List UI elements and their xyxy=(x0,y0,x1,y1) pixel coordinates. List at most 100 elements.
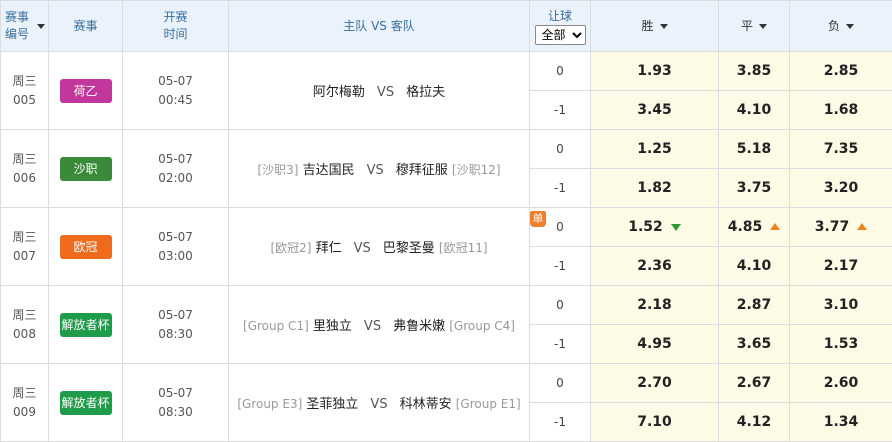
away-team[interactable]: 弗鲁米嫩 xyxy=(393,319,445,334)
sort-down-icon xyxy=(660,24,668,29)
match-weekday: 周三 xyxy=(1,150,48,169)
header-handicap-label: 让球 xyxy=(530,8,590,25)
odds-win[interactable]: 7.10 xyxy=(591,403,719,442)
odds-draw-value: 5.18 xyxy=(737,141,772,157)
home-team[interactable]: 里独立 xyxy=(313,319,352,334)
kickoff-time: 05-0703:00 xyxy=(123,208,229,286)
odds-draw-value: 2.67 xyxy=(737,375,772,391)
odds-win[interactable]: 1.93 xyxy=(591,52,719,91)
handicap-num: 0 xyxy=(556,220,564,234)
kickoff-date: 05-07 xyxy=(123,72,228,91)
odds-lose[interactable]: 3.77 xyxy=(790,208,892,247)
league-badge[interactable]: 解放者杯 xyxy=(60,391,112,415)
odds-lose[interactable]: 1.34 xyxy=(790,403,892,442)
odds-draw[interactable]: 4.12 xyxy=(719,403,790,442)
handicap-num: 0 xyxy=(556,64,564,78)
odds-win[interactable]: 1.52 xyxy=(591,208,719,247)
teams-cell: [欧冠2] 拜仁VS巴黎圣曼 [欧冠11] xyxy=(229,208,530,286)
odds-draw-value: 3.75 xyxy=(737,180,772,196)
odds-draw[interactable]: 2.67 xyxy=(719,364,790,403)
handicap-num: 0 xyxy=(556,298,564,312)
table-row: 周三008解放者杯05-0708:30[Group C1] 里独立VS弗鲁米嫩 … xyxy=(1,286,892,325)
arrow-down-icon xyxy=(671,224,681,231)
header-draw[interactable]: 平 xyxy=(719,1,790,52)
odds-lose[interactable]: 2.17 xyxy=(790,247,892,286)
odds-draw[interactable]: 2.87 xyxy=(719,286,790,325)
table-row: 周三005荷乙05-0700:45 阿尔梅勒VS格拉夫 01.933.852.8… xyxy=(1,52,892,91)
home-team[interactable]: 拜仁 xyxy=(316,241,342,256)
home-rank: [Group C1] xyxy=(243,319,309,333)
league-cell: 解放者杯 xyxy=(49,364,123,442)
odds-lose[interactable]: 1.53 xyxy=(790,325,892,364)
away-team[interactable]: 科林蒂安 xyxy=(400,397,452,412)
odds-lose[interactable]: 7.35 xyxy=(790,130,892,169)
match-number: 周三007 xyxy=(1,208,49,286)
odds-draw-value: 2.87 xyxy=(737,297,772,313)
odds-draw[interactable]: 4.10 xyxy=(719,91,790,130)
match-num: 005 xyxy=(1,91,48,110)
odds-win[interactable]: 2.70 xyxy=(591,364,719,403)
away-rank: [沙职12] xyxy=(452,163,501,177)
match-number: 周三005 xyxy=(1,52,49,130)
handicap-num: -1 xyxy=(554,103,566,117)
odds-draw[interactable]: 3.75 xyxy=(719,169,790,208)
odds-win[interactable]: 4.95 xyxy=(591,325,719,364)
handicap-num: 0 xyxy=(556,142,564,156)
header-handicap: 让球 全部 xyxy=(530,1,591,52)
header-teams: 主队 VS 客队 xyxy=(229,1,530,52)
table-row: 周三006沙职05-0702:00[沙职3] 吉达国民VS穆拜征服 [沙职12]… xyxy=(1,130,892,169)
handicap-value: -1 xyxy=(530,91,591,130)
league-cell: 荷乙 xyxy=(49,52,123,130)
odds-lose-value: 2.17 xyxy=(824,258,859,274)
away-team[interactable]: 穆拜征服 xyxy=(396,163,448,178)
match-number: 周三008 xyxy=(1,286,49,364)
odds-lose-value: 1.34 xyxy=(824,414,859,430)
league-badge[interactable]: 解放者杯 xyxy=(60,313,112,337)
odds-lose[interactable]: 2.60 xyxy=(790,364,892,403)
odds-draw[interactable]: 5.18 xyxy=(719,130,790,169)
odds-win-value: 3.45 xyxy=(637,102,672,118)
handicap-value: 0 xyxy=(530,286,591,325)
odds-lose-value: 7.35 xyxy=(824,141,859,157)
league-badge[interactable]: 欧冠 xyxy=(60,235,112,259)
odds-win[interactable]: 2.36 xyxy=(591,247,719,286)
home-team[interactable]: 吉达国民 xyxy=(303,163,355,178)
odds-win[interactable]: 1.82 xyxy=(591,169,719,208)
odds-win[interactable]: 1.25 xyxy=(591,130,719,169)
match-weekday: 周三 xyxy=(1,306,48,325)
odds-draw[interactable]: 4.10 xyxy=(719,247,790,286)
odds-draw[interactable]: 3.65 xyxy=(719,325,790,364)
handicap-value: -1 xyxy=(530,247,591,286)
away-team[interactable]: 巴黎圣曼 xyxy=(383,241,435,256)
sort-down-icon xyxy=(37,24,45,29)
header-match-no[interactable]: 赛事编号 xyxy=(1,1,49,52)
away-team[interactable]: 格拉夫 xyxy=(406,85,445,100)
odds-lose[interactable]: 3.20 xyxy=(790,169,892,208)
odds-win-value: 2.70 xyxy=(637,375,672,391)
match-num: 008 xyxy=(1,325,48,344)
header-win[interactable]: 胜 xyxy=(591,1,719,52)
home-team[interactable]: 圣菲独立 xyxy=(306,397,358,412)
odds-lose[interactable]: 2.85 xyxy=(790,52,892,91)
handicap-select[interactable]: 全部 xyxy=(535,25,586,45)
kickoff-clock: 08:30 xyxy=(123,325,228,344)
header-lose[interactable]: 负 xyxy=(790,1,892,52)
league-badge[interactable]: 荷乙 xyxy=(60,79,112,103)
kickoff-time: 05-0708:30 xyxy=(123,286,229,364)
kickoff-time: 05-0702:00 xyxy=(123,130,229,208)
vs-label: VS xyxy=(354,241,371,256)
match-number: 周三009 xyxy=(1,364,49,442)
match-num: 006 xyxy=(1,169,48,188)
home-team[interactable]: 阿尔梅勒 xyxy=(313,85,365,100)
league-cell: 沙职 xyxy=(49,130,123,208)
odds-draw[interactable]: 4.85 xyxy=(719,208,790,247)
away-rank: [欧冠11] xyxy=(439,241,488,255)
league-badge[interactable]: 沙职 xyxy=(60,157,112,181)
odds-win-value: 1.82 xyxy=(637,180,672,196)
odds-draw[interactable]: 3.85 xyxy=(719,52,790,91)
odds-win[interactable]: 2.18 xyxy=(591,286,719,325)
odds-win-value: 7.10 xyxy=(637,414,672,430)
odds-lose[interactable]: 1.68 xyxy=(790,91,892,130)
odds-win[interactable]: 3.45 xyxy=(591,91,719,130)
odds-lose[interactable]: 3.10 xyxy=(790,286,892,325)
